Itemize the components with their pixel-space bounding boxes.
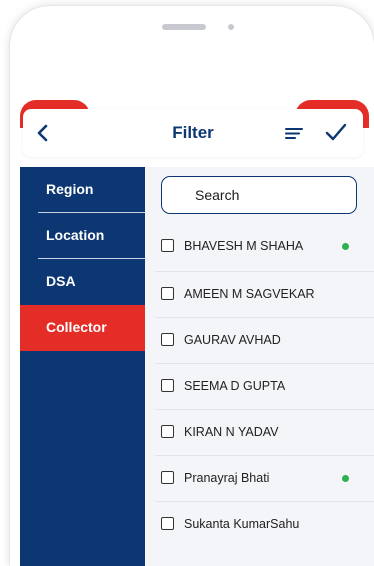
- phone-frame: Filter Region Location DSA Collector Sea…: [10, 6, 374, 566]
- sidebar-item-label: Location: [46, 227, 105, 243]
- online-status-dot: [342, 475, 349, 482]
- sidebar-item-collector[interactable]: Collector: [20, 305, 145, 351]
- collector-name: SEEMA D GUPTA: [184, 379, 286, 393]
- sidebar-item-location[interactable]: Location: [20, 213, 145, 259]
- sort-button[interactable]: [284, 123, 304, 143]
- list-item[interactable]: KIRAN N YADAV: [145, 410, 374, 456]
- checkbox[interactable]: [161, 333, 174, 346]
- checkmark-icon: [325, 123, 347, 141]
- checkbox[interactable]: [161, 425, 174, 438]
- checkbox[interactable]: [161, 471, 174, 484]
- sidebar-item-label: Region: [46, 181, 94, 197]
- sidebar-item-label: Collector: [46, 319, 107, 335]
- search-input[interactable]: [161, 176, 357, 214]
- sidebar-item-label: DSA: [46, 273, 76, 289]
- phone-camera: [228, 24, 234, 30]
- list-item[interactable]: BHAVESH M SHAHA: [145, 224, 374, 270]
- collector-name: KIRAN N YADAV: [184, 425, 279, 439]
- filter-screen: Filter Region Location DSA Collector Sea…: [20, 100, 374, 566]
- collector-name: AMEEN M SAGVEKAR: [184, 287, 315, 301]
- checkbox[interactable]: [161, 517, 174, 530]
- collector-name: Pranayraj Bhati: [184, 471, 270, 485]
- checkbox[interactable]: [161, 239, 174, 252]
- collector-name: GAURAV AVHAD: [184, 333, 281, 347]
- list-item[interactable]: Pranayraj Bhati: [145, 456, 374, 502]
- collector-name: BHAVESH M SHAHA: [184, 239, 304, 253]
- sort-lines-icon: [285, 128, 303, 139]
- sidebar-item-dsa[interactable]: DSA: [20, 259, 145, 305]
- header-bar: Filter: [23, 109, 363, 157]
- online-status-dot: [342, 243, 349, 250]
- apply-button[interactable]: [323, 119, 349, 145]
- list-item[interactable]: AMEEN M SAGVEKAR: [145, 272, 374, 318]
- collector-list-panel: BHAVESH M SHAHA AMEEN M SAGVEKAR GAURAV …: [145, 167, 374, 566]
- page-title: Filter: [172, 123, 214, 142]
- sidebar-item-region[interactable]: Region: [20, 167, 145, 213]
- list-item[interactable]: SEEMA D GUPTA: [145, 364, 374, 410]
- phone-speaker: [162, 24, 206, 30]
- collector-name: Sukanta KumarSahu: [184, 517, 300, 531]
- checkbox[interactable]: [161, 287, 174, 300]
- list-item[interactable]: Sukanta KumarSahu: [145, 502, 374, 548]
- filter-sidebar: Region Location DSA Collector: [20, 167, 145, 566]
- list-item[interactable]: GAURAV AVHAD: [145, 318, 374, 364]
- checkbox[interactable]: [161, 379, 174, 392]
